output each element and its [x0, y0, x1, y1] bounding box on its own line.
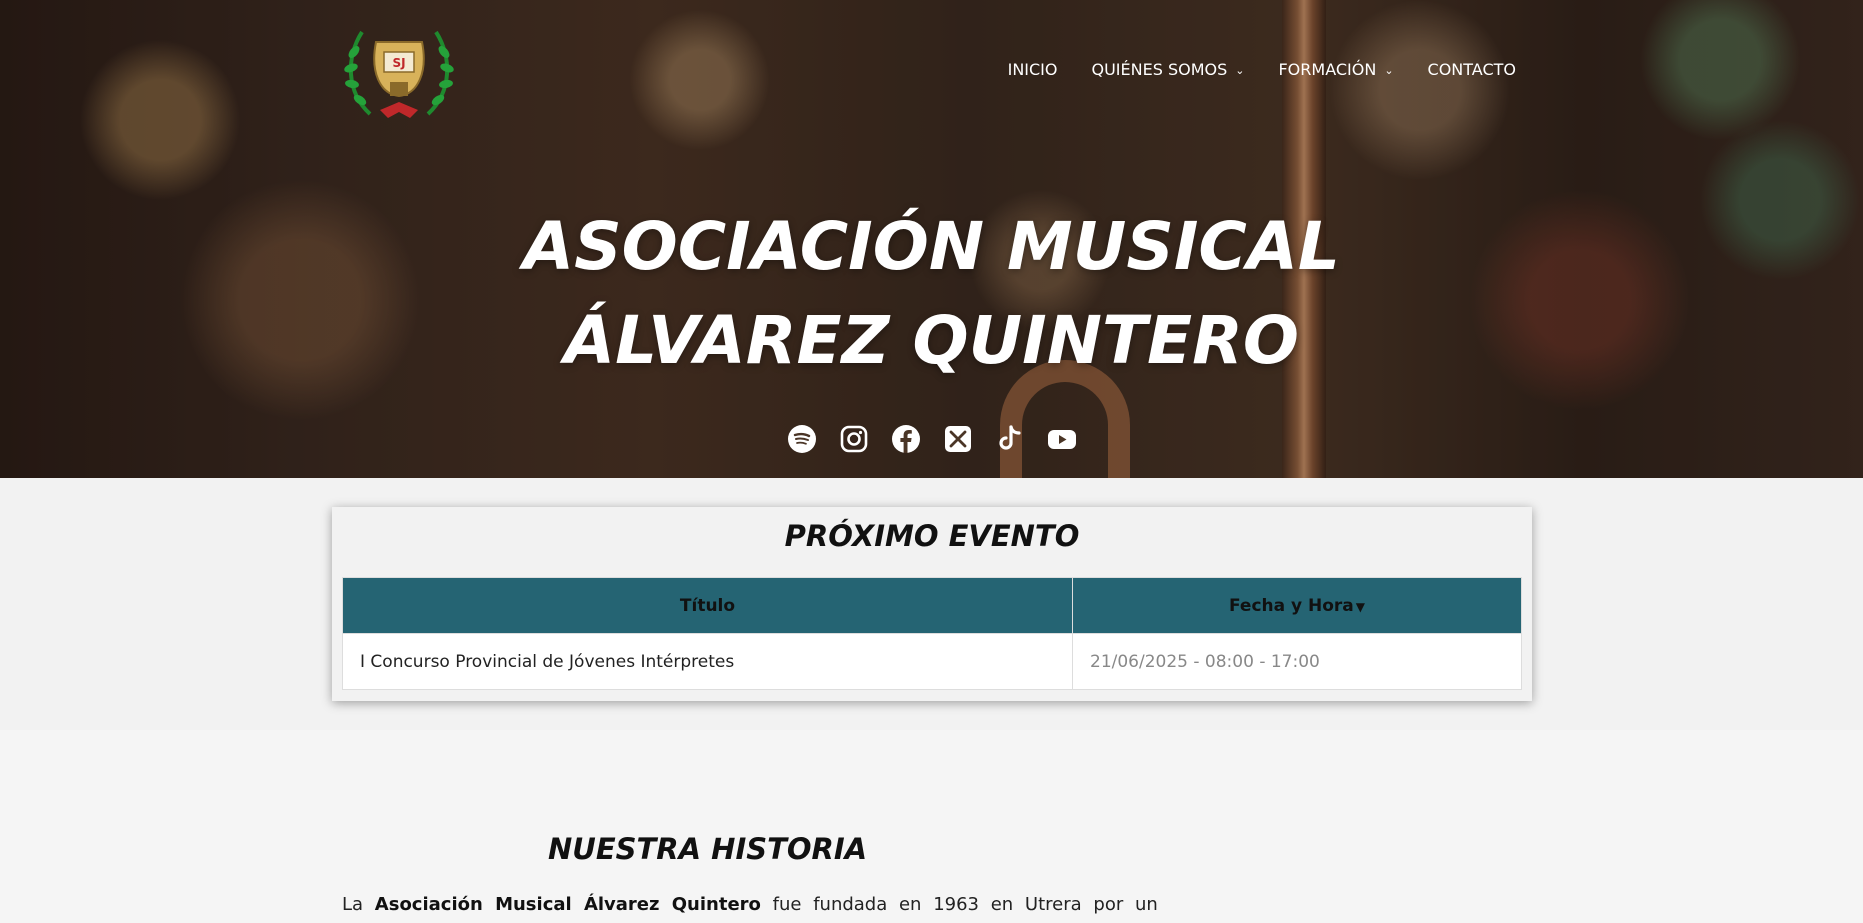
chevron-down-icon: ⌄: [1384, 64, 1394, 77]
hero-title-line1: ASOCIACIÓN MUSICAL: [522, 208, 1340, 285]
ribbon-icon: [380, 102, 418, 118]
history-intro-rest: fue fundada en 1963 en Utrera por un: [772, 894, 1158, 915]
nav-item-formacion[interactable]: FORMACIÓN ⌄: [1278, 60, 1393, 79]
social-links: [0, 423, 1863, 455]
history-intro-prefix: La: [342, 894, 364, 915]
event-heading: PRÓXIMO EVENTO: [784, 519, 1080, 553]
youtube-icon[interactable]: [1046, 423, 1078, 455]
column-label-titulo: Título: [679, 595, 736, 616]
event-table: Título Fecha y Hora ▼ I Concurso Provinci…: [342, 577, 1522, 690]
hero-title-line2: ÁLVAREZ QUINTERO: [564, 302, 1299, 379]
history-paragraph: La Asociación Musical Álvarez Quintero f…: [342, 894, 1158, 915]
history-intro-bold: Asociación Musical Álvarez Quintero: [374, 894, 761, 915]
nav-label-inicio: INICIO: [1007, 60, 1058, 79]
chevron-down-icon: ⌄: [1235, 64, 1245, 77]
column-label-fecha-hora: Fecha y Hora: [1228, 595, 1354, 616]
svg-text:SJ: SJ: [392, 56, 405, 70]
event-title-cell: I Concurso Provincial de Jóvenes Intérpr…: [342, 633, 1073, 690]
table-row[interactable]: I Concurso Provincial de Jóvenes Intérpr…: [342, 633, 1522, 690]
nav-item-quienes-somos[interactable]: QUIÉNES SOMOS ⌄: [1091, 60, 1244, 79]
tiktok-icon[interactable]: [994, 423, 1026, 455]
column-header-fecha-hora[interactable]: Fecha y Hora ▼: [1072, 577, 1522, 634]
hero-title: ASOCIACIÓN MUSICAL ÁLVAREZ QUINTERO: [0, 200, 1863, 388]
x-icon[interactable]: [942, 423, 974, 455]
nav-label-quienes-somos: QUIÉNES SOMOS: [1091, 60, 1228, 79]
nav-item-contacto[interactable]: CONTACTO: [1428, 60, 1516, 79]
site-logo[interactable]: SJ: [340, 22, 458, 122]
event-table-header: Título Fecha y Hora ▼: [342, 577, 1522, 634]
event-datetime-cell: 21/06/2025 - 08:00 - 17:00: [1072, 633, 1522, 690]
sort-desc-icon: ▼: [1355, 599, 1366, 614]
nav-label-formacion: FORMACIÓN: [1278, 60, 1377, 79]
history-heading: NUESTRA HISTORIA: [548, 832, 868, 866]
main-navigation: INICIO QUIÉNES SOMOS ⌄ FORMACIÓN ⌄ CONTA…: [1008, 60, 1516, 79]
event-card: PRÓXIMO EVENTO Título Fecha y Hora ▼ I Co…: [332, 507, 1532, 701]
nav-item-inicio[interactable]: INICIO: [1008, 60, 1058, 79]
spotify-icon[interactable]: [786, 423, 818, 455]
instagram-icon[interactable]: [838, 423, 870, 455]
lyre-icon: SJ: [373, 41, 425, 98]
facebook-icon[interactable]: [890, 423, 922, 455]
column-header-titulo[interactable]: Título: [342, 577, 1073, 634]
nav-label-contacto: CONTACTO: [1427, 60, 1516, 79]
